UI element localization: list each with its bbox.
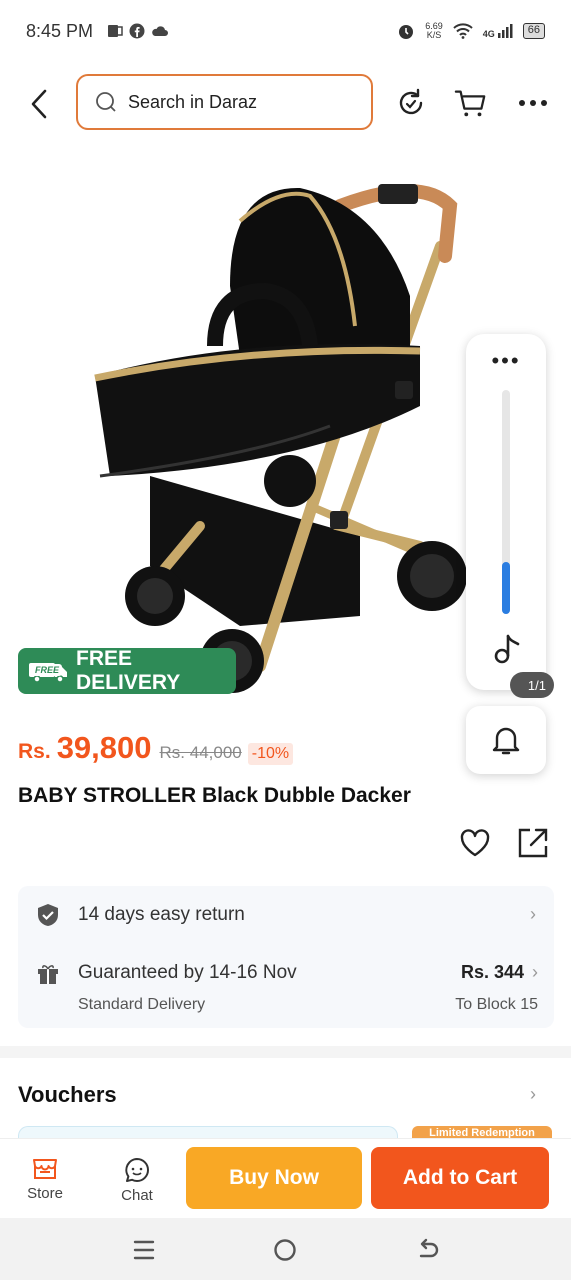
volume-slider[interactable] bbox=[502, 390, 510, 614]
notification-icons bbox=[107, 23, 169, 39]
more-dots-icon bbox=[519, 100, 547, 106]
store-tab[interactable]: Store bbox=[15, 1157, 75, 1202]
outlook-icon bbox=[108, 25, 123, 37]
price-currency: Rs. bbox=[18, 740, 51, 763]
store-label: Store bbox=[27, 1185, 63, 1202]
free-tag: FREE bbox=[32, 664, 63, 676]
top-nav: Search in Daraz bbox=[0, 62, 571, 146]
product-title: BABY STROLLER Black Dubble Dacker bbox=[18, 784, 411, 807]
cart-button[interactable] bbox=[454, 86, 488, 120]
discount-badge: -10% bbox=[247, 743, 294, 765]
search-placeholder: Search in Daraz bbox=[128, 91, 258, 112]
bell-icon bbox=[492, 727, 520, 755]
status-right: 6.69 K/S 4G 66 bbox=[397, 22, 545, 40]
recents-menu-icon[interactable] bbox=[130, 1236, 158, 1264]
volume-slider-fill bbox=[502, 562, 510, 614]
refresh-button[interactable] bbox=[394, 86, 428, 120]
vouchers-chevron-icon[interactable]: › bbox=[530, 1084, 536, 1105]
limited-redemption-badge: Limited Redemption bbox=[412, 1126, 552, 1138]
wifi-icon bbox=[453, 23, 473, 39]
chat-label: Chat bbox=[121, 1187, 153, 1204]
refresh-icon bbox=[399, 88, 423, 115]
cloud-icon bbox=[152, 26, 169, 36]
delivery-fee-group: Rs. 344 › bbox=[461, 962, 538, 983]
search-input[interactable]: Search in Daraz bbox=[76, 74, 373, 130]
system-navigation-bar bbox=[0, 1218, 571, 1280]
free-delivery-badge: FREE FREE DELIVERY bbox=[18, 647, 236, 694]
return-policy-row[interactable]: 14 days easy return › bbox=[18, 886, 554, 944]
more-options-button[interactable] bbox=[516, 86, 550, 120]
section-divider bbox=[0, 1046, 571, 1058]
notification-button[interactable] bbox=[466, 706, 546, 774]
add-to-cart-button[interactable]: Add to Cart bbox=[371, 1147, 549, 1209]
store-icon bbox=[33, 1159, 57, 1179]
signal-icon bbox=[497, 24, 513, 38]
delivery-guarantee-text: Guaranteed by 14-16 Nov bbox=[78, 962, 297, 983]
facebook-icon bbox=[129, 23, 145, 39]
music-note-icon[interactable] bbox=[488, 632, 524, 668]
home-circle-icon[interactable] bbox=[271, 1236, 299, 1264]
status-bar: 8:45 PM 6.69 K/S 4G 66 bbox=[0, 0, 571, 62]
cart-icon bbox=[454, 90, 486, 117]
back-arrow-icon bbox=[31, 89, 47, 119]
price-row: Rs. 39,800 Rs. 44,000 -10% bbox=[18, 730, 294, 766]
delivery-fee: Rs. 344 bbox=[460, 962, 524, 982]
price-value: 39,800 bbox=[56, 730, 152, 765]
voucher-card[interactable] bbox=[18, 1126, 398, 1138]
free-delivery-label: FREE DELIVERY bbox=[76, 647, 181, 694]
vouchers-title[interactable]: Vouchers bbox=[18, 1082, 117, 1108]
buy-now-button[interactable]: Buy Now bbox=[186, 1147, 362, 1209]
alarm-icon bbox=[399, 25, 414, 39]
panel-more-button[interactable]: ••• bbox=[466, 350, 546, 372]
delivery-location: To Block 15 bbox=[455, 996, 538, 1013]
media-control-panel: ••• bbox=[466, 334, 546, 690]
chat-icon bbox=[125, 1158, 149, 1182]
bottom-action-bar: Store Chat Buy Now Add to Cart bbox=[0, 1138, 571, 1218]
delivery-chevron-icon: › bbox=[532, 962, 538, 982]
system-back-icon[interactable] bbox=[414, 1236, 442, 1264]
wishlist-heart-icon[interactable] bbox=[458, 826, 492, 860]
return-chevron-icon: › bbox=[530, 904, 536, 924]
net-speed-unit: K/S bbox=[426, 30, 442, 40]
delivery-truck-icon: FREE bbox=[28, 659, 68, 683]
delivery-type: Standard Delivery bbox=[78, 996, 206, 1013]
status-time: 8:45 PM bbox=[26, 20, 94, 41]
back-button[interactable] bbox=[22, 84, 56, 124]
delivery-row[interactable]: Guaranteed by 14-16 Nov Standard Deliver… bbox=[18, 950, 554, 1022]
battery-indicator: 66 bbox=[522, 23, 545, 39]
shield-check-icon bbox=[38, 904, 58, 926]
gift-box-icon bbox=[38, 965, 58, 984]
return-policy-text: 14 days easy return bbox=[78, 904, 245, 925]
delivery-info-card: 14 days easy return › Guaranteed by 14-1… bbox=[18, 886, 554, 1028]
network-type: 4G bbox=[482, 29, 495, 39]
original-price: Rs. 44,000 bbox=[159, 743, 242, 762]
net-speed: 6.69 K/S bbox=[425, 22, 443, 40]
image-page-indicator: 1/1 bbox=[510, 672, 554, 698]
chat-tab[interactable]: Chat bbox=[107, 1157, 167, 1204]
search-icon bbox=[96, 92, 116, 112]
cell-signal: 4G bbox=[483, 23, 513, 39]
share-icon[interactable] bbox=[516, 826, 550, 860]
